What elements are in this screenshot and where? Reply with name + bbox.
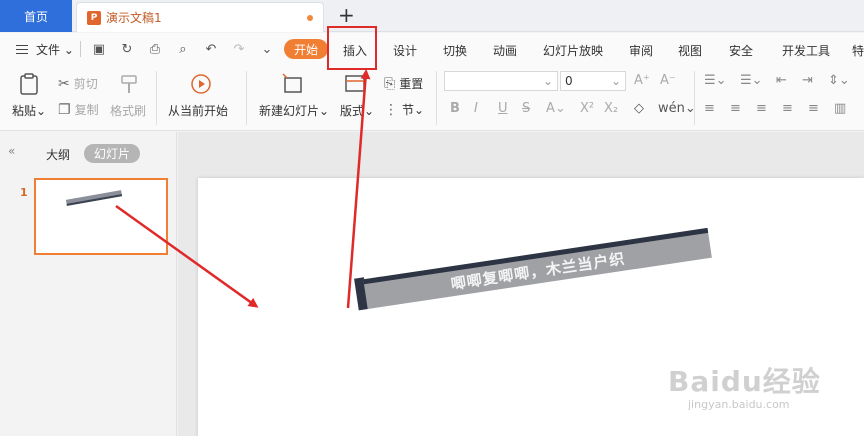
- font-shrink-icon[interactable]: A⁻: [660, 73, 676, 88]
- phonetic-guide-icon[interactable]: wén⌄: [658, 101, 696, 116]
- tab-animations[interactable]: 动画: [493, 42, 517, 59]
- distribute-icon[interactable]: ≡: [808, 101, 819, 116]
- divider: [246, 71, 247, 125]
- reset-icon: ⎘: [384, 75, 396, 92]
- increase-indent-icon[interactable]: ⇥: [802, 73, 813, 88]
- justify-icon[interactable]: ≡: [782, 101, 793, 116]
- bullet-list-icon[interactable]: ☰⌄: [704, 73, 727, 88]
- new-slide-icon[interactable]: [282, 73, 304, 95]
- superscript-icon[interactable]: X²: [580, 101, 594, 116]
- divider: [436, 71, 437, 125]
- copy-button[interactable]: ❐ 复制: [58, 101, 99, 118]
- baidu-watermark: Baidu经验: [668, 365, 821, 398]
- unsaved-dot-icon: [307, 15, 313, 21]
- tab-transitions[interactable]: 切换: [443, 42, 467, 59]
- bold-icon[interactable]: B: [450, 101, 460, 116]
- subscript-icon[interactable]: X₂: [604, 101, 618, 116]
- document-tab-title: 演示文稿1: [106, 11, 162, 25]
- save-icon[interactable]: ▣: [89, 42, 109, 57]
- slide-thumbnail[interactable]: [34, 178, 168, 255]
- slide-number: 1: [20, 186, 28, 199]
- tab-home[interactable]: 开始: [284, 39, 328, 59]
- watermark-url: jingyan.baidu.com: [688, 398, 790, 411]
- strikethrough-icon[interactable]: S: [522, 101, 530, 116]
- insert-tab-highlight: [327, 26, 377, 70]
- cut-button[interactable]: ✂ 剪切: [58, 75, 98, 92]
- divider: [156, 71, 157, 125]
- new-slide-button[interactable]: 新建幻灯片 ⌄: [259, 102, 329, 119]
- bar-text: 唧唧复唧唧，木兰当户织: [449, 249, 627, 294]
- tab-developer[interactable]: 开发工具: [782, 42, 830, 59]
- scissors-icon: ✂: [58, 75, 70, 92]
- format-painter-icon[interactable]: [118, 73, 140, 95]
- columns-icon[interactable]: ▥: [834, 101, 846, 116]
- slide-panel: « 大纲 幻灯片 1: [0, 132, 177, 436]
- align-right-icon[interactable]: ≡: [756, 101, 767, 116]
- numbered-list-icon[interactable]: ☰⌄: [740, 73, 763, 88]
- section-icon: ⋮: [384, 101, 398, 118]
- home-tab[interactable]: 首页: [0, 0, 72, 32]
- undo-icon[interactable]: ↶: [201, 42, 221, 57]
- menu-icon[interactable]: [16, 44, 28, 54]
- collapse-panel-icon[interactable]: «: [8, 144, 15, 158]
- redo-icon[interactable]: ↷: [229, 42, 249, 57]
- tab-slides[interactable]: 幻灯片: [84, 144, 140, 163]
- file-menu[interactable]: 文件 ⌄: [36, 41, 74, 58]
- tab-more[interactable]: 特: [852, 42, 864, 59]
- format-painter-button[interactable]: 格式刷: [110, 102, 146, 119]
- font-size-select[interactable]: 0 ⌄: [560, 71, 626, 91]
- tab-security[interactable]: 安全: [729, 42, 753, 59]
- font-grow-icon[interactable]: A⁺: [634, 73, 650, 88]
- title-bar: 首页 P 演示文稿1 +: [0, 0, 864, 32]
- layout-button[interactable]: 版式 ⌄: [340, 102, 374, 119]
- line-spacing-icon[interactable]: ⇕⌄: [828, 73, 850, 88]
- paste-button[interactable]: 粘贴 ⌄: [12, 102, 46, 119]
- italic-icon[interactable]: I: [474, 101, 478, 116]
- decrease-indent-icon[interactable]: ⇤: [776, 73, 787, 88]
- from-current-button[interactable]: 从当前开始: [168, 102, 228, 119]
- new-tab-button[interactable]: +: [338, 4, 355, 26]
- tab-review[interactable]: 审阅: [629, 42, 653, 59]
- tab-outline[interactable]: 大纲: [46, 146, 70, 163]
- font-family-select[interactable]: ⌄: [444, 71, 558, 91]
- export-icon[interactable]: ↻: [117, 42, 137, 57]
- menu-bar: 文件 ⌄ ▣ ↻ ⎙ ⌕ ↶ ↷ ⌄ 开始 插入 设计 切换 动画 幻灯片放映 …: [0, 33, 864, 65]
- document-tab[interactable]: P 演示文稿1: [76, 2, 324, 32]
- print-icon[interactable]: ⎙: [145, 42, 165, 57]
- char-spacing-icon[interactable]: A⌄: [546, 101, 566, 116]
- reset-button[interactable]: ⎘ 重置: [384, 75, 423, 92]
- ribbon-toolbar: 粘贴 ⌄ ✂ 剪切 ❐ 复制 格式刷 从当前开始 新建幻灯片 ⌄ 版式 ⌄ ⎘ 重置 ⋮ 节 ⌄…: [0, 65, 864, 131]
- copy-icon: ❐: [58, 101, 71, 118]
- layout-icon[interactable]: [344, 73, 366, 95]
- bar-front-face: 唧唧复唧唧，木兰当户织: [363, 227, 712, 310]
- thumbnail-shape: [65, 190, 123, 206]
- underline-icon[interactable]: U: [498, 101, 508, 116]
- divider: [694, 71, 695, 125]
- clear-format-icon[interactable]: ◇: [634, 101, 644, 116]
- align-left-icon[interactable]: ≡: [704, 101, 715, 116]
- align-center-icon[interactable]: ≡: [730, 101, 741, 116]
- play-from-current-icon[interactable]: [190, 73, 212, 95]
- tab-view[interactable]: 视图: [678, 42, 702, 59]
- divider: [79, 41, 81, 57]
- dropdown-icon[interactable]: ⌄: [257, 42, 277, 57]
- 3d-text-bar[interactable]: 唧唧复唧唧，木兰当户织: [354, 227, 712, 311]
- tab-slideshow[interactable]: 幻灯片放映: [543, 42, 603, 59]
- section-button[interactable]: ⋮ 节 ⌄: [384, 101, 424, 118]
- paste-icon[interactable]: [18, 73, 40, 95]
- tab-design[interactable]: 设计: [393, 42, 417, 59]
- presentation-icon: P: [87, 10, 101, 25]
- preview-icon[interactable]: ⌕: [173, 42, 193, 57]
